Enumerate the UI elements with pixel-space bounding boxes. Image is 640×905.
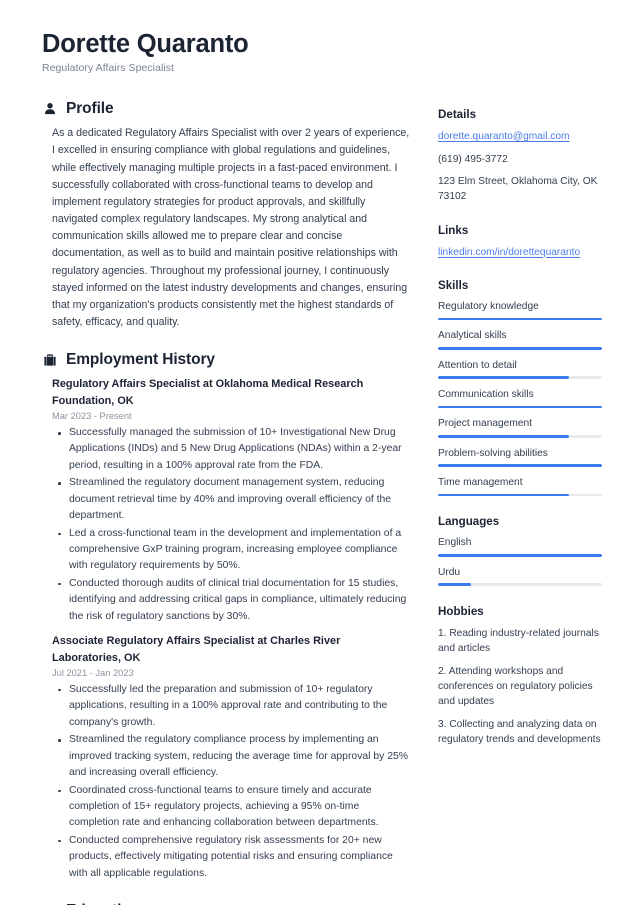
language-row: Urdu (438, 566, 602, 587)
bullet-item: Coordinated cross-functional teams to en… (52, 783, 410, 832)
sidebar-skills-title: Skills (438, 278, 469, 292)
employment-entry: Associate Regulatory Affairs Specialist … (52, 633, 410, 882)
candidate-name: Dorette Quaranto (42, 30, 249, 58)
employment-dates: Jul 2021 - Jan 2023 (52, 667, 134, 678)
skill-bar-fill (438, 493, 570, 497)
section-employment: Employment History Regulatory Affairs Sp… (42, 351, 410, 882)
resume-header: Dorette Quaranto Regulatory Affairs Spec… (42, 30, 600, 74)
skill-row: Time management (438, 476, 602, 497)
bullet-item: Conducted thorough audits of clinical tr… (52, 576, 410, 625)
skill-label: Analytical skills (438, 330, 507, 342)
skill-bar-fill (438, 405, 602, 409)
skill-row: Problem-solving abilities (438, 447, 602, 467)
phone-text: (619) 495-3772 (438, 153, 508, 165)
resume-page: Dorette Quaranto Regulatory Affairs Spec… (0, 0, 640, 905)
skill-bar-track (438, 376, 602, 379)
language-bar-fill (438, 583, 471, 587)
skill-bar-fill (438, 435, 570, 438)
skill-bar-track (438, 346, 602, 350)
section-profile-header: Profile (42, 100, 410, 118)
skill-row: Analytical skills (438, 329, 602, 350)
skill-row: Regulatory knowledge (438, 300, 602, 321)
skill-label: Project management (438, 418, 533, 430)
sidebar-details-title: Details (438, 108, 477, 122)
email-link[interactable]: dorette.quaranto@gmail.com (438, 129, 602, 144)
skill-bar-track (438, 435, 602, 438)
section-employment-body: Regulatory Affairs Specialist at Oklahom… (42, 376, 410, 882)
skill-bar-fill (438, 317, 602, 321)
employment-bullets: Successfully led the preparation and sub… (52, 682, 410, 882)
bullet-item: Streamlined the regulatory compliance pr… (52, 732, 410, 781)
skill-label: Regulatory knowledge (438, 300, 539, 312)
skill-label: Attention to detail (438, 359, 517, 371)
language-label: Urdu (438, 566, 461, 578)
skill-row: Attention to detail (438, 359, 602, 379)
hobby-item: 1. Reading industry-related journals and… (438, 628, 599, 655)
employment-bullets: Successfully managed the submission of 1… (52, 425, 410, 625)
profile-text: As a dedicated Regulatory Affairs Specia… (52, 127, 410, 329)
bullet-item: Successfully managed the submission of 1… (52, 425, 410, 474)
skill-bar-fill (438, 464, 602, 467)
language-bar-track (438, 554, 602, 557)
sidebar-hobbies-title: Hobbies (438, 605, 484, 619)
section-employment-header: Employment History (42, 351, 410, 369)
sidebar-column: Details dorette.quaranto@gmail.com (619)… (438, 100, 602, 766)
skill-bar-track (438, 317, 602, 321)
skill-bar-track (438, 493, 602, 497)
skill-label: Communication skills (438, 388, 534, 400)
sidebar-block-languages: Languages English Urdu (438, 515, 602, 587)
skill-row: Communication skills (438, 388, 602, 409)
section-employment-title: Employment History (66, 351, 215, 369)
language-bar-track (438, 583, 602, 587)
candidate-job-title: Regulatory Affairs Specialist (42, 62, 174, 75)
skill-label: Time management (438, 476, 523, 488)
language-label: English (438, 537, 472, 549)
employment-heading: Associate Regulatory Affairs Specialist … (52, 635, 341, 664)
bullet-item: Conducted comprehensive regulatory risk … (52, 833, 410, 882)
bullet-item: Led a cross-functional team in the devel… (52, 526, 410, 575)
sidebar-block-links: Links linkedin.com/in/dorettequaranto (438, 224, 602, 260)
language-bar-fill (438, 554, 602, 557)
skill-row: Project management (438, 417, 602, 438)
skill-bar-fill (438, 346, 602, 350)
employment-entry: Regulatory Affairs Specialist at Oklahom… (52, 376, 410, 625)
skill-bar-track (438, 405, 602, 409)
hobby-item: 3. Collecting and analyzing data on regu… (438, 718, 601, 745)
address-text: 123 Elm Street, Oklahoma City, OK 73102 (438, 175, 598, 203)
sidebar-languages-title: Languages (438, 515, 500, 529)
skill-bar-track (438, 464, 602, 467)
section-profile: Profile As a dedicated Regulatory Affair… (42, 100, 410, 331)
skill-label: Problem-solving abilities (438, 447, 548, 459)
sidebar-block-skills: Skills Regulatory knowledge Analytical s… (438, 279, 602, 497)
employment-heading: Regulatory Affairs Specialist at Oklahom… (52, 378, 364, 407)
sidebar-block-details: Details dorette.quaranto@gmail.com (619)… (438, 108, 602, 204)
section-profile-title: Profile (66, 100, 114, 118)
briefcase-icon (42, 353, 57, 368)
bullet-item: Successfully led the preparation and sub… (52, 682, 410, 731)
sidebar-block-hobbies: Hobbies 1. Reading industry-related jour… (438, 605, 602, 747)
hobby-item: 2. Attending workshops and conferences o… (438, 665, 593, 708)
resume-body: Profile As a dedicated Regulatory Affair… (42, 100, 602, 905)
employment-dates: Mar 2023 - Present (52, 410, 132, 421)
section-profile-body: As a dedicated Regulatory Affairs Specia… (42, 125, 410, 331)
bullet-item: Streamlined the regulatory document mana… (52, 475, 410, 524)
person-icon (42, 102, 57, 117)
language-row: English (438, 536, 602, 557)
sidebar-links-title: Links (438, 223, 469, 237)
linkedin-link[interactable]: linkedin.com/in/dorettequaranto (438, 245, 602, 260)
main-column: Profile As a dedicated Regulatory Affair… (42, 100, 410, 905)
skill-bar-fill (438, 376, 570, 379)
